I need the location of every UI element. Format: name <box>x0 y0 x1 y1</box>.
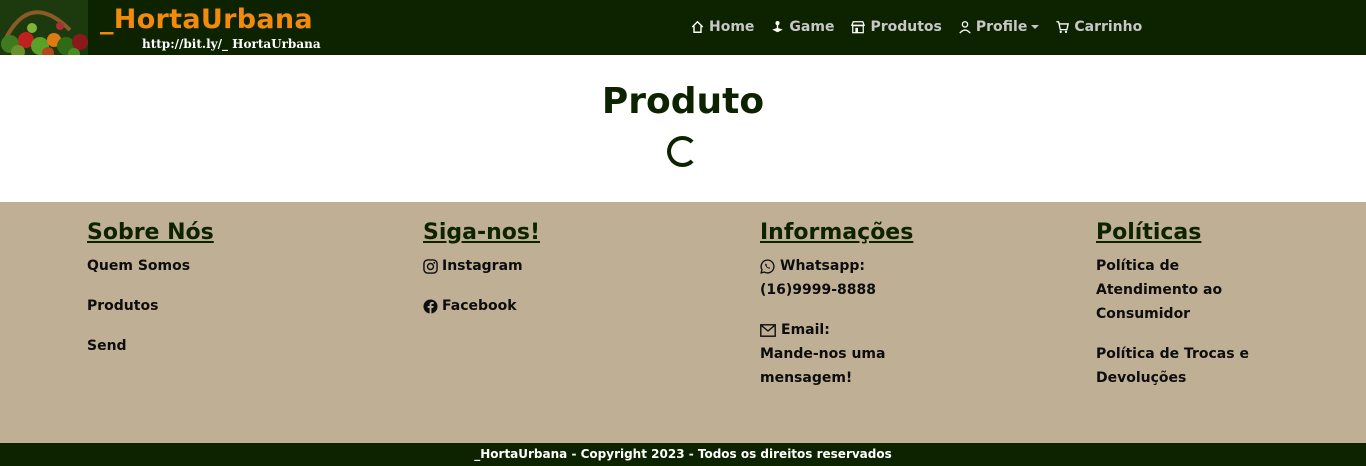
footer-whatsapp-number: (16)9999-8888 <box>760 282 877 298</box>
nav-game-label: Game <box>789 19 835 35</box>
footer-link-quem-somos[interactable]: Quem Somos <box>87 254 297 278</box>
footer-instagram-label: Instagram <box>442 258 523 274</box>
politica-trocas-line2: Devoluções <box>1096 370 1187 386</box>
copyright-bar: _HortaUrbana - Copyright 2023 - Todos os… <box>0 443 1366 466</box>
chevron-down-icon <box>1031 25 1040 29</box>
person-icon <box>959 21 971 34</box>
cart-icon <box>1056 21 1070 33</box>
facebook-icon <box>423 298 438 314</box>
footer-col-info: Informações Whatsapp: (16)9999-8888 Emai… <box>760 218 970 406</box>
main-content: Produto <box>0 55 1366 202</box>
nav-produtos[interactable]: Produtos <box>850 19 942 35</box>
politica-atendimento-line3: Consumidor <box>1096 306 1191 322</box>
brand-title[interactable]: _HortaUrbana <box>100 4 313 36</box>
home-icon <box>691 20 704 33</box>
footer-email-line1: Mande-nos uma <box>760 346 886 362</box>
navbar: _HortaUrbana http://bit.ly/_ HortaUrbana… <box>0 0 1366 55</box>
nav-carrinho[interactable]: Carrinho <box>1055 19 1142 35</box>
footer-link-instagram[interactable]: Instagram <box>423 254 633 278</box>
footer-link-politica-atendimento[interactable]: Política de Atendimento ao Consumidor <box>1096 254 1306 326</box>
nav-links: Home Game Produtos Profile Carrinho <box>690 17 1158 37</box>
brand-url: http://bit.ly/_ HortaUrbana <box>142 37 321 51</box>
footer-whatsapp-label: Whatsapp: <box>780 258 865 274</box>
footer-email-label: Email: <box>781 322 830 338</box>
footer-col-sobre: Sobre Nós Quem Somos Produtos Send <box>87 218 297 374</box>
footer: Sobre Nós Quem Somos Produtos Send Siga-… <box>0 202 1366 443</box>
logo-vegetable-basket-image[interactable] <box>0 0 88 55</box>
footer-col-politicas: Políticas Política de Atendimento ao Con… <box>1096 218 1306 406</box>
whatsapp-icon <box>760 258 775 274</box>
footer-siga-title: Siga-nos! <box>423 220 541 245</box>
nav-home-label: Home <box>709 19 755 35</box>
page-title: Produto <box>601 81 765 122</box>
footer-whatsapp[interactable]: Whatsapp: (16)9999-8888 <box>760 254 970 302</box>
nav-produtos-label: Produtos <box>870 19 942 35</box>
nav-game[interactable]: Game <box>770 19 834 35</box>
footer-link-produtos[interactable]: Produtos <box>87 294 297 318</box>
nav-profile-dropdown[interactable]: Profile <box>958 19 1040 35</box>
politica-atendimento-line1: Política de <box>1096 258 1180 274</box>
footer-col-siga: Siga-nos! Instagram Facebook <box>423 218 633 334</box>
footer-sobre-title: Sobre Nós <box>87 220 214 245</box>
footer-info-title: Informações <box>760 220 914 245</box>
footer-link-politica-trocas[interactable]: Política de Trocas e Devoluções <box>1096 342 1306 390</box>
footer-link-facebook[interactable]: Facebook <box>423 294 633 318</box>
loading-spinner <box>667 136 698 167</box>
politica-atendimento-line2: Atendimento ao <box>1096 282 1223 298</box>
nav-home[interactable]: Home <box>690 19 754 35</box>
instagram-icon <box>423 258 438 274</box>
footer-link-send[interactable]: Send <box>87 334 297 358</box>
footer-email[interactable]: Email: Mande-nos uma mensagem! <box>760 318 970 390</box>
politica-trocas-line1: Política de Trocas e <box>1096 346 1249 362</box>
joystick-icon <box>772 21 784 33</box>
shop-icon <box>851 21 866 34</box>
footer-email-line2: mensagem! <box>760 370 853 386</box>
nav-profile-label: Profile <box>975 19 1028 35</box>
envelope-icon <box>760 323 776 337</box>
nav-carrinho-label: Carrinho <box>1074 19 1143 35</box>
footer-politicas-title: Políticas <box>1096 220 1202 245</box>
footer-facebook-label: Facebook <box>442 298 517 314</box>
